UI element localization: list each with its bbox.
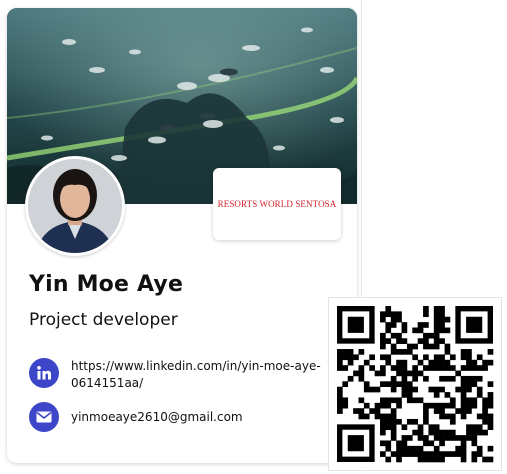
linkedin-contact[interactable]: https://www.linkedin.com/in/yin-moe-aye-…	[29, 358, 321, 392]
email-icon	[29, 402, 59, 432]
linkedin-icon	[29, 358, 59, 388]
avatar	[25, 156, 125, 256]
email-contact[interactable]: yinmoeaye2610@gmail.com	[29, 402, 321, 432]
linkedin-url[interactable]: https://www.linkedin.com/in/yin-moe-aye-…	[71, 358, 321, 392]
profile-name: Yin Moe Aye	[29, 272, 184, 297]
qr-code	[328, 297, 502, 471]
profile-role: Project developer	[29, 310, 178, 330]
profile-card: RESORTS WORLD SENTOSA Yin Moe Aye Projec…	[7, 8, 357, 463]
company-logo: RESORTS WORLD SENTOSA	[213, 168, 341, 240]
email-address[interactable]: yinmoeaye2610@gmail.com	[71, 409, 321, 426]
company-logo-text: RESORTS WORLD SENTOSA	[217, 199, 337, 209]
